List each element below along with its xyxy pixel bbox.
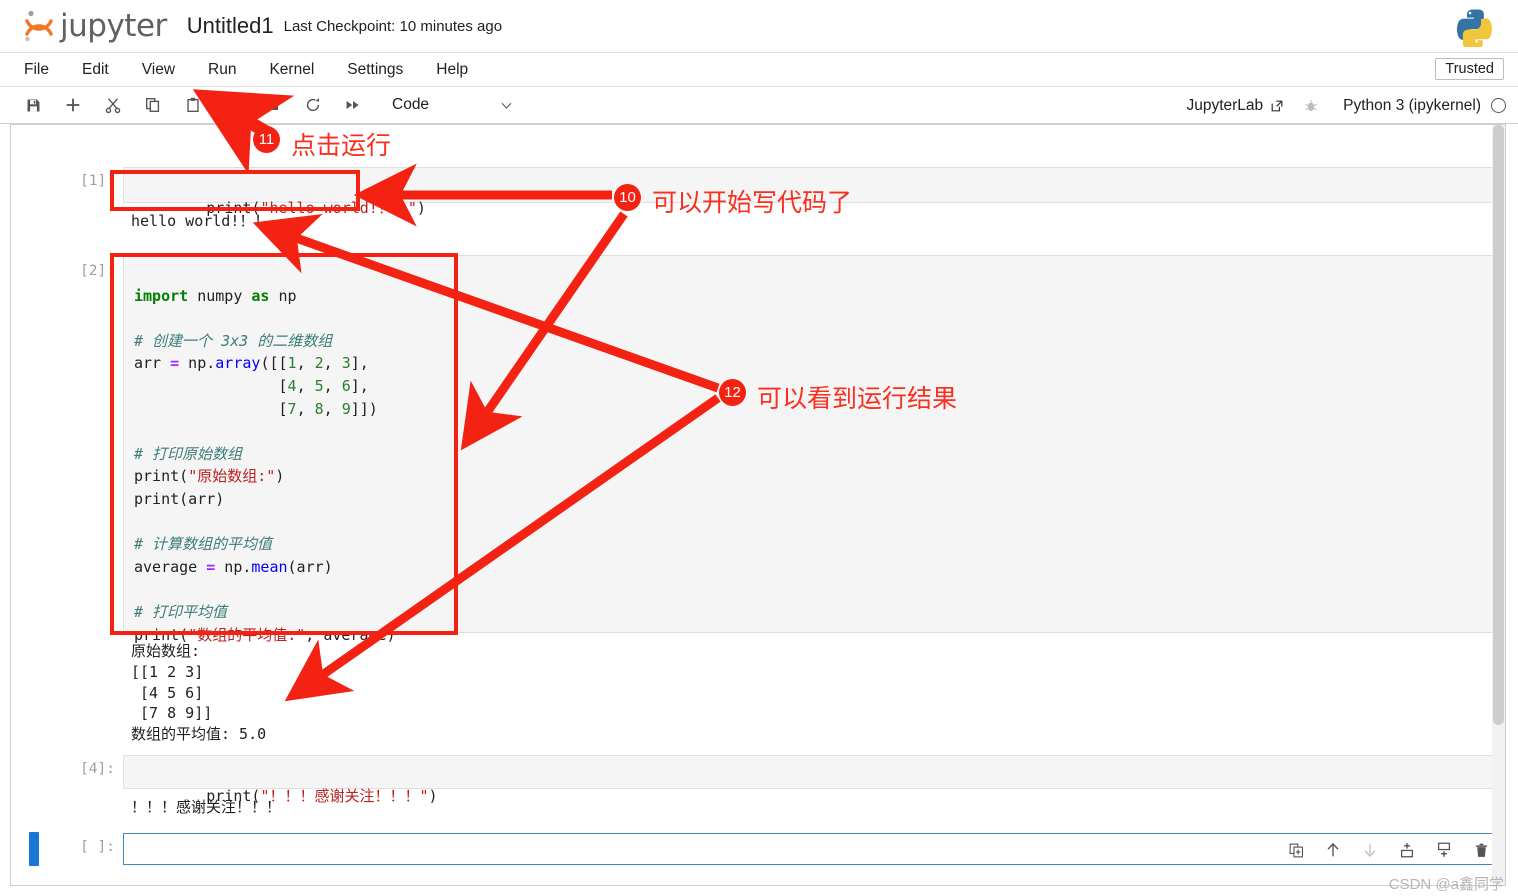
stop-icon (268, 100, 278, 110)
scissors-icon (105, 98, 121, 114)
chevron-down-icon (501, 102, 512, 109)
kernel-name-label[interactable]: Python 3 (ipykernel) (1343, 97, 1481, 115)
highlight-box-cell2-input (110, 253, 458, 635)
cell-output-1: hello world!！！ (131, 212, 270, 230)
cell-input-3[interactable]: print("！！！感谢关注！！！") (123, 755, 1494, 805)
copy-icon (146, 98, 160, 112)
annotation-text-11: 点击运行 (291, 132, 392, 160)
interrupt-kernel-button[interactable] (258, 91, 288, 119)
arrow-up-icon (1327, 842, 1339, 857)
cell-output-2: 原始数组: [[1 2 3] [4 5 6] [7 8 9]] 数组的平均值: … (131, 642, 267, 744)
trusted-badge[interactable]: Trusted (1435, 58, 1504, 80)
python-logo-icon (1456, 9, 1492, 50)
jupyter-logo[interactable]: jupyter (22, 8, 167, 44)
insert-cell-button[interactable] (58, 91, 88, 119)
cell-type-value: Code (392, 96, 430, 113)
save-button[interactable] (18, 91, 48, 119)
paste-cell-button[interactable] (178, 91, 208, 119)
clipboard-icon (187, 97, 199, 112)
restart-kernel-button[interactable] (298, 91, 328, 119)
cell-prompt-1: [1]: (80, 173, 115, 189)
arrow-down-icon (1364, 843, 1376, 858)
active-cell-indicator (29, 832, 39, 866)
cut-cell-button[interactable] (98, 91, 128, 119)
highlight-box-cell1-input (110, 170, 360, 211)
copy-cell-button[interactable] (138, 91, 168, 119)
trash-icon (1475, 843, 1487, 857)
duplicate-icon (1289, 843, 1303, 857)
annotation-badge-10: 10 (614, 184, 641, 211)
delete-cell-icon[interactable] (1471, 840, 1491, 860)
cell-prompt-4: [ ]: (80, 839, 115, 855)
menu-item-kernel[interactable]: Kernel (267, 59, 316, 81)
insert-cell-below-icon[interactable] (1434, 840, 1454, 860)
cell-action-toolbar (1286, 835, 1491, 865)
duplicate-cell-icon[interactable] (1286, 840, 1306, 860)
watermark: CSDN @a鑫同学 (1388, 876, 1504, 893)
restart-run-all-button[interactable] (338, 91, 368, 119)
annotation-badge-11: 11 (253, 126, 280, 153)
plus-icon (66, 98, 80, 112)
app-header: jupyter Untitled1 Last Checkpoint: 10 mi… (0, 0, 1518, 53)
cell-prompt-3: [4]: (80, 761, 115, 777)
menu-item-view[interactable]: View (140, 59, 177, 81)
jupyterlab-link-label[interactable]: JupyterLab (1186, 97, 1263, 115)
annotation-badge-12: 12 (719, 379, 746, 406)
last-checkpoint-label: Last Checkpoint: 10 minutes ago (283, 17, 503, 35)
insert-above-icon (1400, 843, 1414, 858)
move-cell-up-icon[interactable] (1323, 840, 1343, 860)
menu-item-edit[interactable]: Edit (80, 59, 111, 81)
annotation-text-12: 可以看到运行结果 (757, 385, 958, 413)
menu-item-help[interactable]: Help (434, 59, 470, 81)
menu-item-settings[interactable]: Settings (345, 59, 405, 81)
save-icon (27, 99, 39, 111)
play-icon (229, 99, 238, 111)
jupyter-notebook-window: jupyter Untitled1 Last Checkpoint: 10 mi… (0, 0, 1518, 896)
menu-item-file[interactable]: File (22, 59, 51, 81)
insert-below-icon (1437, 842, 1451, 857)
fast-forward-icon (346, 101, 359, 109)
annotation-text-10: 可以开始写代码了 (652, 189, 853, 217)
notebook-title[interactable]: Untitled1 (187, 13, 274, 39)
notebook-toolbar: Code JupyterLab Python 3 (ipykernel) (0, 87, 1518, 124)
vertical-scrollbar[interactable] (1492, 125, 1505, 885)
run-cell-button[interactable] (218, 91, 248, 119)
jupyter-logo-text: jupyter (60, 8, 167, 44)
restart-icon (306, 98, 320, 112)
insert-cell-above-icon[interactable] (1397, 840, 1417, 860)
python-logo (1454, 7, 1494, 52)
external-link-icon[interactable] (1269, 98, 1285, 114)
cell-prompt-2: [2]: (80, 263, 115, 279)
menu-item-run[interactable]: Run (206, 59, 238, 81)
cell-output-3: ！！！感谢关注！！！ (131, 798, 282, 816)
cell-type-dropdown[interactable]: Code (392, 96, 514, 114)
move-cell-down-icon[interactable] (1360, 840, 1380, 860)
jupyter-logo-icon (25, 10, 53, 42)
kernel-status-indicator (1491, 98, 1506, 113)
toolbar-right-group: JupyterLab Python 3 (ipykernel) (1186, 87, 1506, 124)
scrollbar-thumb[interactable] (1493, 125, 1504, 725)
menu-bar: File Edit View Run Kernel Settings Help … (0, 53, 1518, 87)
debugger-bug-icon[interactable] (1303, 98, 1319, 114)
